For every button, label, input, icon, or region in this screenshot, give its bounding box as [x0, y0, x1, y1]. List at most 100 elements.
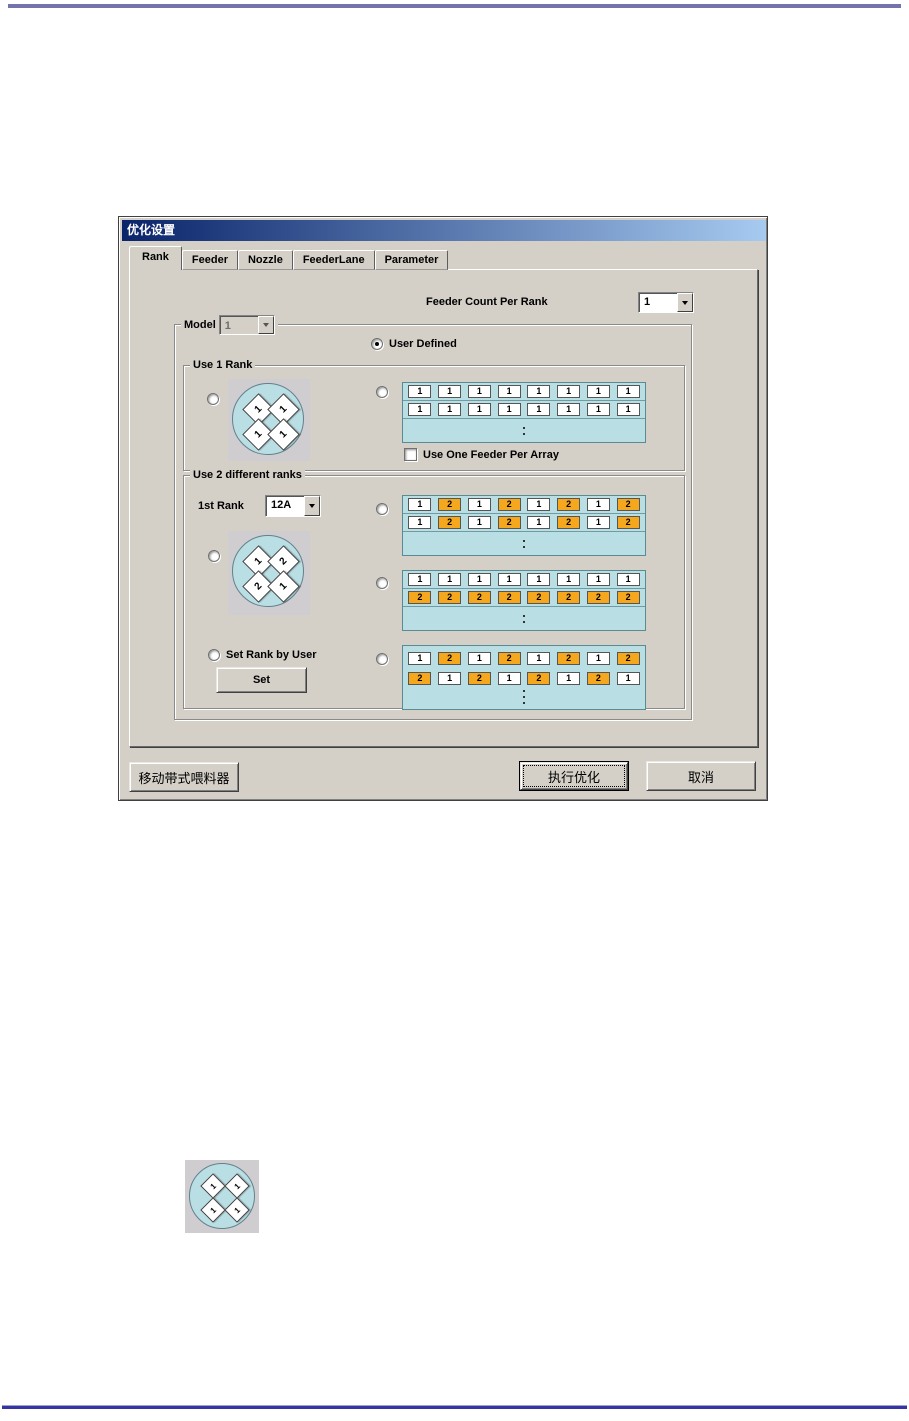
set-button[interactable]: Set	[216, 667, 307, 693]
tab-strip: Rank Feeder Nozzle FeederLane Parameter	[129, 246, 449, 270]
use-2-ranks-label: Use 2 different ranks	[190, 468, 305, 482]
rank-cell: 2	[616, 591, 640, 604]
turret-circle: 1221	[232, 535, 304, 607]
array-row: 22222222	[403, 589, 645, 607]
tab-feeder[interactable]: Feeder	[181, 250, 238, 270]
rank-cell: 1	[408, 651, 432, 665]
rank-array-radio[interactable]	[376, 386, 388, 398]
two-rank-circle-radio[interactable]	[208, 550, 220, 562]
use-1-rank-label: Use 1 Rank	[190, 358, 256, 372]
turret-circle: 1111	[232, 383, 304, 455]
one-feeder-per-array-label: Use One Feeder Per Array	[423, 448, 559, 461]
rank-cell: 1	[467, 651, 491, 665]
rank-cell: 1	[438, 385, 462, 398]
rank-cell: 1	[616, 403, 640, 416]
rank-cell: 2	[616, 516, 640, 529]
rank-cell: 1	[557, 385, 581, 398]
use-1-rank-groupbox: Use 1 Rank 1111 11111111 11111111 Use On…	[183, 358, 685, 471]
dropdown-button[interactable]	[304, 496, 320, 516]
dropdown-button-disabled	[257, 316, 274, 334]
user-defined-radio[interactable]	[371, 338, 383, 350]
split-array-radio[interactable]	[376, 577, 388, 589]
one-feeder-per-array-checkbox[interactable]	[404, 448, 417, 461]
cancel-button[interactable]: 取消	[646, 761, 756, 791]
nozzle-diamond: 1	[200, 1197, 226, 1223]
rank-cell: 1	[467, 403, 491, 416]
rank-cell: 2	[557, 591, 581, 604]
array-row: 21212121	[403, 668, 645, 688]
nozzle-diamond: 1	[200, 1173, 226, 1199]
array-row: 12121212	[403, 514, 645, 532]
rank-cell: 1	[527, 385, 551, 398]
tab-rank[interactable]: Rank	[129, 246, 182, 270]
optimization-settings-dialog: 优化设置 Rank Feeder Nozzle FeederLane Param…	[118, 216, 768, 801]
dropdown-button[interactable]	[677, 293, 693, 312]
continuation-dots	[523, 427, 525, 435]
first-rank-value: 12A	[271, 499, 292, 511]
array-row: 12121212	[403, 496, 645, 514]
rank-cell: 2	[586, 591, 610, 604]
rank-circle-radio[interactable]	[207, 393, 219, 405]
tab-feederlane[interactable]: FeederLane	[292, 250, 375, 270]
rank-cell: 1	[467, 498, 491, 511]
move-feeder-button[interactable]: 移动带式喂料器	[129, 762, 239, 792]
rank-cell: 1	[557, 403, 581, 416]
rank-cell: 1	[586, 573, 610, 586]
rank-cell: 2	[616, 498, 640, 511]
rank-cell: 1	[527, 516, 551, 529]
two-rank-circle-figure: 1221	[228, 531, 310, 615]
rank-cell: 1	[586, 516, 610, 529]
rank-cell: 1	[467, 385, 491, 398]
tab-nozzle[interactable]: Nozzle	[237, 250, 293, 270]
rank-cell: 1	[527, 573, 551, 586]
rank-cell: 1	[438, 403, 462, 416]
one-feeder-option[interactable]: Use One Feeder Per Array	[404, 448, 559, 461]
array-row: 12121212	[403, 648, 645, 668]
rank-cell: 1	[467, 516, 491, 529]
turret-circle: 1111	[189, 1163, 255, 1229]
rank-cell: 1	[408, 403, 432, 416]
rank-cell: 1	[497, 403, 521, 416]
array-row: 11111111	[403, 571, 645, 589]
model-groupbox: Model 1 User Defined Use 1 Rank 1111 1 1…	[174, 315, 692, 720]
tab-parameter[interactable]: Parameter	[374, 250, 449, 270]
nozzle-diamond: 1	[224, 1173, 250, 1199]
rank-cell: 2	[497, 498, 521, 511]
array-row: 11111111	[403, 401, 645, 419]
title-bar[interactable]: 优化设置	[122, 220, 766, 241]
nozzle-diamond: 1	[267, 570, 300, 603]
rank-cell: 2	[467, 671, 491, 685]
rank-cell: 1	[586, 385, 610, 398]
rank-cell: 1	[438, 573, 462, 586]
split-array: 11111111 22222222	[402, 570, 646, 631]
rank-cell: 2	[497, 651, 521, 665]
rank-cell: 1	[616, 671, 640, 685]
custom-array-radio[interactable]	[376, 653, 388, 665]
feeder-count-label: Feeder Count Per Rank	[426, 296, 548, 308]
rank-array: 11111111 11111111	[402, 382, 646, 443]
rank-cell: 2	[557, 651, 581, 665]
custom-array: 12121212 21212121	[402, 645, 646, 710]
user-defined-option[interactable]: User Defined	[371, 338, 457, 350]
rank-cell: 2	[616, 651, 640, 665]
chevron-down-icon	[262, 323, 269, 330]
dialog-title: 优化设置	[127, 223, 176, 237]
set-rank-option[interactable]: Set Rank by User	[208, 649, 316, 661]
first-rank-combobox[interactable]: 12A	[265, 495, 321, 517]
rank-cell: 2	[438, 591, 462, 604]
rank-cell: 2	[467, 591, 491, 604]
alt-array: 12121212 12121212	[402, 495, 646, 556]
nozzle-diamond: 1	[224, 1197, 250, 1223]
model-value: 1	[224, 320, 231, 332]
rank-tab-panel: Feeder Count Per Rank 1 Model 1 User Def…	[129, 269, 758, 747]
feeder-count-combobox[interactable]: 1	[638, 292, 694, 313]
rank-cell: 1	[557, 573, 581, 586]
alt-array-radio[interactable]	[376, 503, 388, 515]
run-optimize-button[interactable]: 执行优化	[520, 762, 628, 790]
rank-cell: 1	[467, 573, 491, 586]
set-rank-by-user-radio[interactable]	[208, 649, 220, 661]
rank-cell: 1	[408, 498, 432, 511]
rank-cell: 2	[408, 671, 432, 685]
feeder-count-value: 1	[644, 296, 651, 308]
rank-cell: 2	[438, 516, 462, 529]
